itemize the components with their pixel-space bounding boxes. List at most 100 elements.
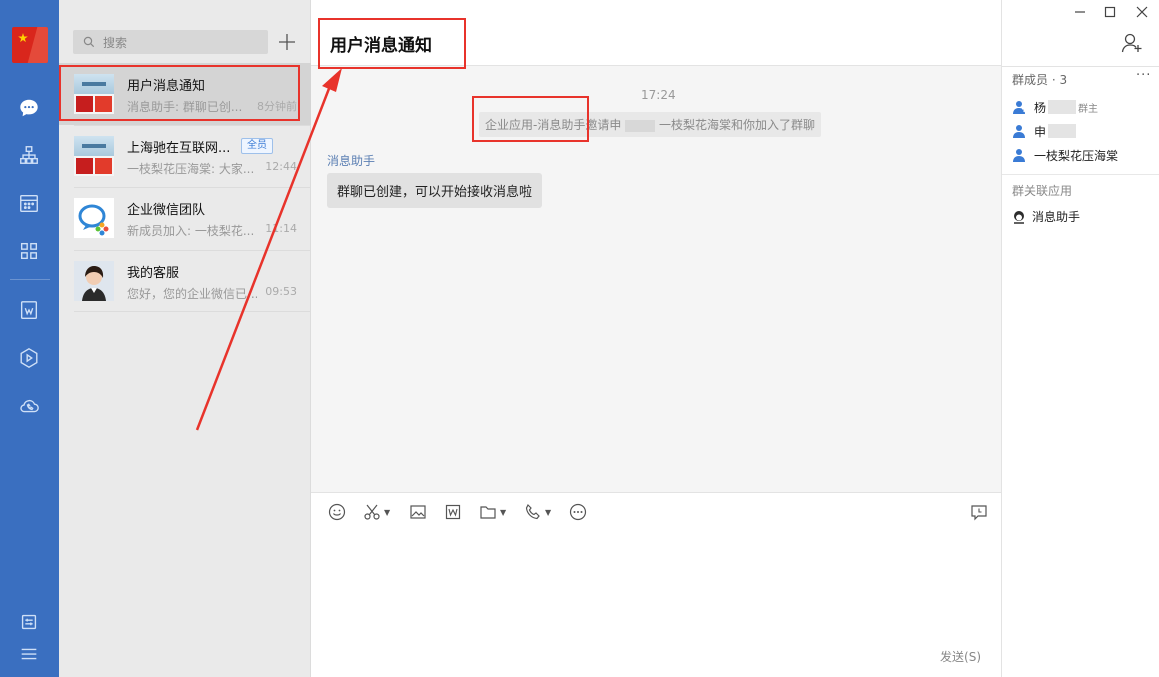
minimize-icon [1075,11,1085,13]
conversation-snippet: 新成员加入: 一枝梨花... [127,224,255,238]
history-icon [971,505,987,521]
conversation-item[interactable]: 用户消息通知 消息助手: 群聊已创... 8分钟前 [59,63,311,125]
chat-header: 用户消息通知 [311,0,1001,66]
nav-rail [0,0,59,677]
screenshot-button[interactable]: ▼ [363,503,390,521]
doc-button[interactable] [444,503,462,521]
drive-icon[interactable] [16,345,42,371]
member-item[interactable]: 一枝梨花压海棠 [1012,145,1118,165]
conversation-item[interactable]: 企业微信团队 新成员加入: 一枝梨花... 11:14 [59,187,311,249]
menu-icon[interactable] [16,641,42,667]
chat-pane: 用户消息通知 17:24 企业应用-消息助手邀请申 一枝梨花海棠和你加入了群聊 … [311,0,1001,677]
message-sender[interactable]: 消息助手 [327,152,375,169]
system-message-text: 企业应用-消息助手邀请申 [485,118,622,132]
chat-icon[interactable] [16,95,42,121]
group-avatar [74,136,114,176]
conversation-snippet: 您好，您的企业微信已... [127,287,257,301]
conversation-item[interactable]: 我的客服 您好，您的企业微信已... 09:53 [59,250,311,312]
group-info-panel: 群成员 · 3 ··· 杨 群主 申 一枝梨花压海棠 群关联应用 消息助手 [1001,0,1159,677]
member-name: 申 [1034,124,1047,139]
person-icon [1013,125,1025,138]
member-name: 杨 [1034,100,1047,115]
image-button[interactable] [409,503,427,521]
conversation-item[interactable]: 上海驰在互联网... 全员 一枝梨花压海棠: 大家... 12:44 [59,125,311,187]
conversation-name: 我的客服 [127,266,180,281]
rail-divider [10,279,50,280]
conversation-name: 用户消息通知 [127,79,206,94]
minimize-button[interactable] [1072,4,1088,20]
plus-icon [279,34,295,50]
apps-icon[interactable] [16,238,42,264]
conversation-time: 09:53 [265,285,297,298]
divider [74,125,311,126]
more-options-button[interactable]: ··· [1136,68,1151,83]
new-chat-button[interactable] [277,30,297,54]
panel-divider [1002,174,1159,175]
conversation-name: 企业微信团队 [127,203,206,218]
divider [74,311,311,312]
member-item[interactable]: 杨 群主 [1012,97,1098,117]
call-icon[interactable] [16,393,42,419]
divider [74,187,311,188]
emoji-icon [328,503,346,521]
doc-icon[interactable] [16,297,42,323]
group-avatar [74,74,114,114]
search-icon [83,36,95,48]
calendar-icon[interactable] [16,190,42,216]
conversation-time: 12:44 [265,160,297,173]
more-tools-button[interactable] [569,503,587,521]
system-message-text: 一枝梨花海棠和你加入了群聊 [659,118,816,132]
wecom-team-avatar [74,198,114,238]
owner-label: 群主 [1078,103,1099,115]
conversation-list: 搜索 用户消息通知 消息助手: 群聊已创... 8分钟前 上海驰在互联网... … [59,0,311,677]
conversation-time: 8分钟前 [257,100,297,113]
bot-icon [1014,210,1024,224]
owner-person-icon [1013,101,1025,114]
settings-icon[interactable] [16,609,42,635]
chevron-down-icon: ▼ [545,507,552,517]
conversation-snippet: 消息助手: 群聊已创... [127,100,243,114]
emoji-button[interactable] [328,503,346,521]
close-button[interactable] [1134,4,1150,20]
person-icon [1013,149,1025,162]
more-icon [569,503,587,521]
conversation-name: 上海驰在互联网... [127,141,231,156]
chevron-down-icon: ▼ [384,507,391,517]
search-placeholder: 搜索 [103,36,128,50]
members-title: 群成员 · 3 [1012,73,1068,87]
member-item[interactable]: 申 [1012,121,1077,141]
maximize-button[interactable] [1102,4,1118,20]
all-staff-badge: 全员 [241,138,273,154]
folder-icon [480,506,496,519]
message-history-button[interactable] [970,503,988,521]
image-icon [410,505,426,519]
compose-area[interactable]: ▼ ▼ ▼ 发送(S) [311,492,1001,677]
redacted-name [1048,100,1077,114]
redacted-name [625,119,656,132]
add-person-icon [1121,33,1142,53]
divider [74,250,311,251]
call-button[interactable]: ▼ [524,503,551,521]
scissors-icon [364,504,380,520]
word-doc-icon [445,504,461,520]
linked-app-name: 消息助手 [1032,210,1081,224]
conversation-time: 11:14 [265,222,297,235]
maximize-icon [1104,6,1116,18]
send-button[interactable]: 发送(S) [940,648,981,665]
linked-apps-title: 群关联应用 [1012,184,1073,198]
system-timestamp: 17:24 [641,88,676,102]
add-member-button[interactable] [1121,32,1143,54]
chat-title: 用户消息通知 [330,36,432,56]
linked-app-item[interactable]: 消息助手 [1012,208,1080,225]
panel-divider [1002,66,1159,67]
user-avatar[interactable] [12,27,48,63]
conversation-snippet: 一枝梨花压海棠: 大家... [127,162,255,176]
search-input[interactable]: 搜索 [73,30,268,54]
chevron-down-icon: ▼ [500,507,507,517]
redacted-name [1048,124,1077,138]
file-button[interactable]: ▼ [479,503,506,521]
system-message: 企业应用-消息助手邀请申 一枝梨花海棠和你加入了群聊 [479,112,822,137]
contacts-icon[interactable] [16,142,42,168]
member-name: 一枝梨花压海棠 [1034,148,1119,163]
service-avatar [74,261,114,301]
